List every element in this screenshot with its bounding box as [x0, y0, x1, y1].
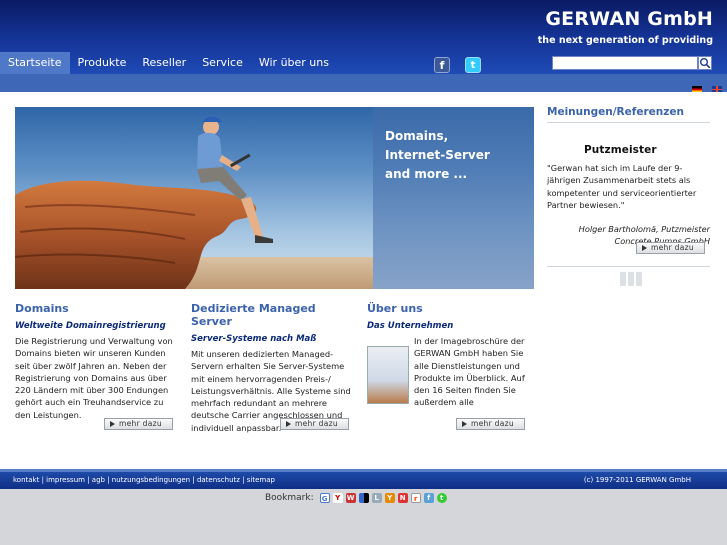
- footer-links: kontakt | impressum | agb | nutzungsbedi…: [13, 476, 275, 484]
- sidebar-title: Meinungen/Referenzen: [547, 106, 710, 123]
- testimonial-pager[interactable]: [620, 272, 642, 286]
- hero-banner[interactable]: Domains, Internet-Server and more ...: [15, 107, 534, 289]
- pager-dot[interactable]: [636, 272, 642, 286]
- column-subtitle: Weltweite Domainregistrierung: [15, 321, 166, 331]
- brand-name[interactable]: GERWAN GmbH: [545, 8, 713, 30]
- column-text: Die Registrierung und Verwaltung von Dom…: [15, 336, 173, 420]
- search-icon: [700, 58, 711, 69]
- nav-item-startseite[interactable]: Startseite: [0, 52, 70, 74]
- copyright: (c) 1997-2011 GERWAN GmbH: [583, 476, 691, 484]
- column-subtitle: Das Unternehmen: [367, 321, 454, 331]
- pager-dot[interactable]: [628, 272, 634, 286]
- about-more-button[interactable]: mehr dazu: [456, 418, 525, 430]
- facebook-icon[interactable]: f: [434, 57, 450, 73]
- folkd-icon[interactable]: f: [423, 493, 434, 503]
- nav-item-wir-ueber-uns[interactable]: Wir über uns: [251, 52, 337, 74]
- twitter-icon[interactable]: t: [465, 57, 481, 73]
- testimonial-quote: "Gerwan hat sich im Laufe der 9-jährigen…: [547, 163, 697, 210]
- domains-column: Domains Weltweite Domainregistrierung Di…: [15, 302, 180, 421]
- google-icon[interactable]: G: [319, 493, 330, 503]
- hero-image: [15, 116, 373, 289]
- webnews-icon[interactable]: N: [397, 493, 408, 503]
- server-more-button[interactable]: mehr dazu: [280, 418, 349, 430]
- sidebar-divider: [547, 265, 710, 267]
- about-column: Über uns Das Unternehmen In der Imagebro…: [367, 302, 532, 407]
- site-footer: kontakt | impressum | agb | nutzungsbedi…: [0, 469, 727, 489]
- footer-link-nutzungsbedingungen[interactable]: nutzungsbedingungen: [112, 476, 190, 484]
- nav-item-produkte[interactable]: Produkte: [70, 52, 135, 74]
- footer-link-kontakt[interactable]: kontakt: [13, 476, 39, 484]
- hero-text-panel: Domains, Internet-Server and more ...: [373, 107, 534, 289]
- bookmark-label: Bookmark:: [265, 493, 314, 503]
- main-content: Domains, Internet-Server and more ... Do…: [0, 92, 727, 469]
- search-input[interactable]: [552, 56, 698, 70]
- nav-item-reseller[interactable]: Reseller: [134, 52, 194, 74]
- linkarena-icon[interactable]: L: [371, 493, 382, 503]
- column-title[interactable]: Domains: [15, 302, 180, 315]
- mrwong-icon[interactable]: W: [345, 493, 356, 503]
- domains-more-button[interactable]: mehr dazu: [104, 418, 173, 430]
- brand-tagline: the next generation of providing: [537, 35, 713, 46]
- footer-link-datenschutz[interactable]: datenschutz: [197, 476, 240, 484]
- hero-headline: Domains, Internet-Server and more ...: [385, 127, 490, 184]
- managed-server-column: Dedizierte Managed Server Server-Systeme…: [191, 302, 357, 434]
- footer-link-sitemap[interactable]: sitemap: [247, 476, 275, 484]
- nav-strip: [0, 74, 727, 92]
- footer-link-impressum[interactable]: impressum: [46, 476, 85, 484]
- column-text: In der Imagebroschüre der GERWAN GmbH ha…: [414, 336, 525, 407]
- hero-line: Domains,: [385, 129, 449, 143]
- brochure-thumbnail[interactable]: [367, 346, 409, 404]
- reddit-icon[interactable]: r: [410, 493, 421, 503]
- bookmark-bar: Bookmark: G Y W L Y N r f t: [265, 493, 447, 503]
- column-subtitle: Server-Systeme nach Maß: [191, 334, 317, 344]
- pager-dot[interactable]: [620, 272, 626, 286]
- technorati-icon[interactable]: t: [436, 493, 447, 503]
- column-title[interactable]: Dedizierte Managed Server: [191, 302, 357, 328]
- testimonial-more-button[interactable]: mehr dazu: [636, 242, 705, 254]
- hero-line: Internet-Server: [385, 148, 490, 162]
- hero-line: and more ...: [385, 167, 468, 181]
- column-title[interactable]: Über uns: [367, 302, 532, 315]
- yahoo-icon[interactable]: Y: [332, 493, 343, 503]
- delicious-icon[interactable]: [358, 493, 369, 503]
- nav-item-service[interactable]: Service: [194, 52, 251, 74]
- author-name: Holger Bartholomä, Putzmeister: [578, 224, 710, 235]
- yigg-icon[interactable]: Y: [384, 493, 395, 503]
- search-button[interactable]: [698, 56, 712, 70]
- main-nav: Startseite Produkte Reseller Service Wir…: [0, 52, 337, 74]
- putzmeister-logo: Putzmeister: [584, 144, 657, 156]
- footer-link-agb[interactable]: agb: [92, 476, 105, 484]
